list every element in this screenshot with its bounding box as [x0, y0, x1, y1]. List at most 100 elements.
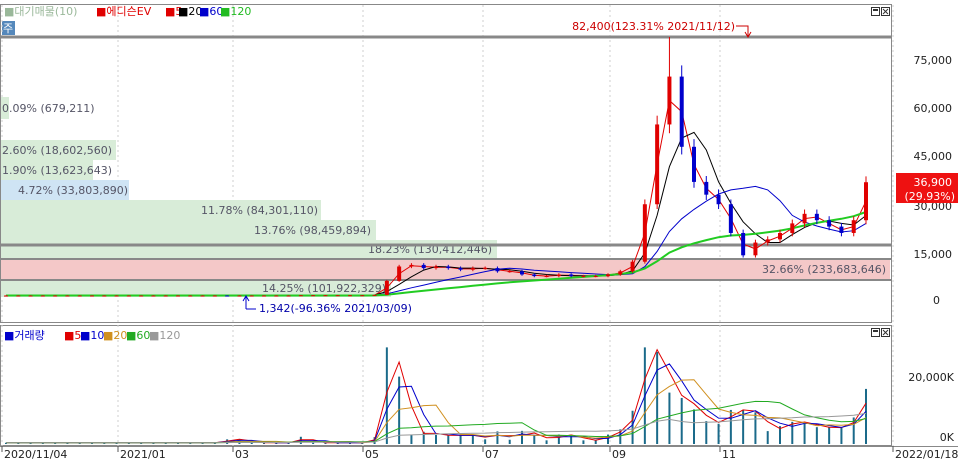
candle-body [679, 76, 684, 147]
x-tick-label: 2021/01 [120, 448, 166, 461]
x-tick-label: 03 [235, 448, 249, 461]
volume-profile-label: 11.78% (84,301,110) [201, 204, 318, 217]
candle-body [372, 294, 377, 296]
current-price: 36,900 [914, 176, 953, 189]
y-tick-label: 75,000 [914, 54, 953, 67]
candle-body [176, 295, 180, 297]
legend-item: ■120 [149, 329, 180, 342]
volume-profile-label: 14.25% (101,922,329) [262, 282, 386, 295]
x-tick-label: 09 [612, 448, 626, 461]
x-tick-label: 2022/01/18 [895, 448, 958, 461]
candle-body [323, 295, 328, 297]
volume-legend: ■거래량 ■5 ■10 ■20 ■60 ■120 [4, 329, 180, 342]
candle-body [421, 264, 426, 269]
volume-profile-bar [1, 259, 890, 279]
legend-item: ■10 [80, 329, 104, 342]
candle-body [532, 274, 537, 277]
y-tick-label: 20,000K [908, 371, 954, 384]
candle-body [446, 266, 451, 269]
candle-body [151, 295, 156, 297]
price-pane-close-button[interactable] [881, 7, 890, 16]
candle-body [274, 295, 279, 297]
candle-body [507, 271, 512, 273]
legend-item: ■20 [103, 329, 127, 342]
candle-body [802, 213, 807, 224]
y-tick-label: 15,000 [914, 248, 953, 261]
candle-body [606, 274, 610, 277]
candle-body [90, 295, 94, 297]
candle-body [262, 295, 266, 297]
high-annotation-label: 82,400(123.31% 2021/11/12) [572, 20, 735, 33]
candle-body [556, 274, 561, 277]
candle-body [360, 295, 365, 297]
volume-profile-label: 2.60% (18,602,560) [2, 144, 112, 157]
x-axis: 2020/11/04 2021/01 03 05 07 09 11 2022/01/18 [1, 446, 958, 461]
candle-body [126, 295, 131, 297]
candle-body [630, 261, 635, 272]
candle-body [286, 295, 291, 297]
candle-body [544, 276, 549, 278]
candle-body [458, 268, 463, 270]
period-tag-label: 주 [3, 22, 13, 35]
low-annotation-label: 1,342(-96.36% 2021/03/09) [259, 302, 412, 315]
candle-body [642, 204, 647, 262]
candle-body [40, 295, 45, 297]
candle-body [311, 295, 316, 297]
candle-body [77, 295, 82, 297]
x-tick-label: 2020/11/04 [4, 448, 67, 461]
y-tick-label: 60,000 [914, 102, 953, 115]
candle-body [851, 220, 856, 233]
volume-pane [0, 325, 892, 446]
candle-body [470, 268, 475, 270]
legend-item: ■거래량 [4, 329, 45, 342]
candle-body [581, 276, 586, 278]
price-legend: ■대기매물(10) ■에디슨EV ■5 ■20 ■60 ■120 [4, 5, 251, 18]
legend-item: ■5 [64, 329, 81, 342]
candle-body [765, 239, 770, 243]
candle-body [728, 204, 733, 233]
candle-body [237, 295, 242, 297]
candle-body [520, 271, 524, 275]
candle-body [692, 146, 696, 182]
price-pane-maximize-button[interactable] [871, 7, 880, 16]
candle-body [348, 295, 352, 297]
candle-body [249, 295, 254, 297]
candle-body [753, 242, 758, 256]
candle-body [741, 232, 746, 256]
volume-pane-maximize-button[interactable] [871, 328, 880, 337]
candle-body [53, 295, 58, 297]
candle-body [139, 295, 144, 297]
stock-chart: ■대기매물(10) ■에디슨EV ■5 ■20 ■60 ■120 주 0.09%… [0, 4, 958, 461]
candle-body [864, 182, 868, 221]
candle-body [790, 223, 795, 233]
volume-y-axis: 20,000K 0K [908, 371, 954, 444]
y-tick-label: 45,000 [914, 150, 953, 163]
volume-pane-close-button[interactable] [881, 328, 890, 337]
candle-body [16, 295, 21, 297]
y-tick-label: 0K [940, 431, 955, 444]
candle-body [814, 213, 819, 221]
volume-profile-label: 13.76% (98,459,894) [254, 224, 371, 237]
candle-body [163, 295, 168, 297]
candle-body [839, 226, 844, 233]
current-price-marker: 36,900 (29.93%) [896, 173, 958, 203]
candle-body [593, 276, 598, 278]
candle-body [495, 268, 500, 272]
candle-body [335, 295, 340, 297]
y-tick-label: 0 [933, 294, 940, 307]
candle-body [4, 295, 8, 297]
candle-body [716, 194, 721, 205]
candle-body [102, 295, 107, 297]
volume-profile-label: 1.90% (13,623,643) [2, 164, 112, 177]
legend-item: ■에디슨EV [96, 5, 152, 18]
candle-body [188, 295, 193, 297]
legend-item: ■대기매물(10) [4, 5, 77, 18]
candle-body [618, 271, 623, 275]
current-change: (29.93%) [904, 190, 955, 203]
candle-body [667, 76, 672, 125]
candle-body [28, 295, 33, 297]
candle-body [434, 266, 438, 269]
x-tick-label: 11 [722, 448, 736, 461]
x-tick-label: 05 [365, 448, 379, 461]
candle-body [298, 295, 303, 297]
